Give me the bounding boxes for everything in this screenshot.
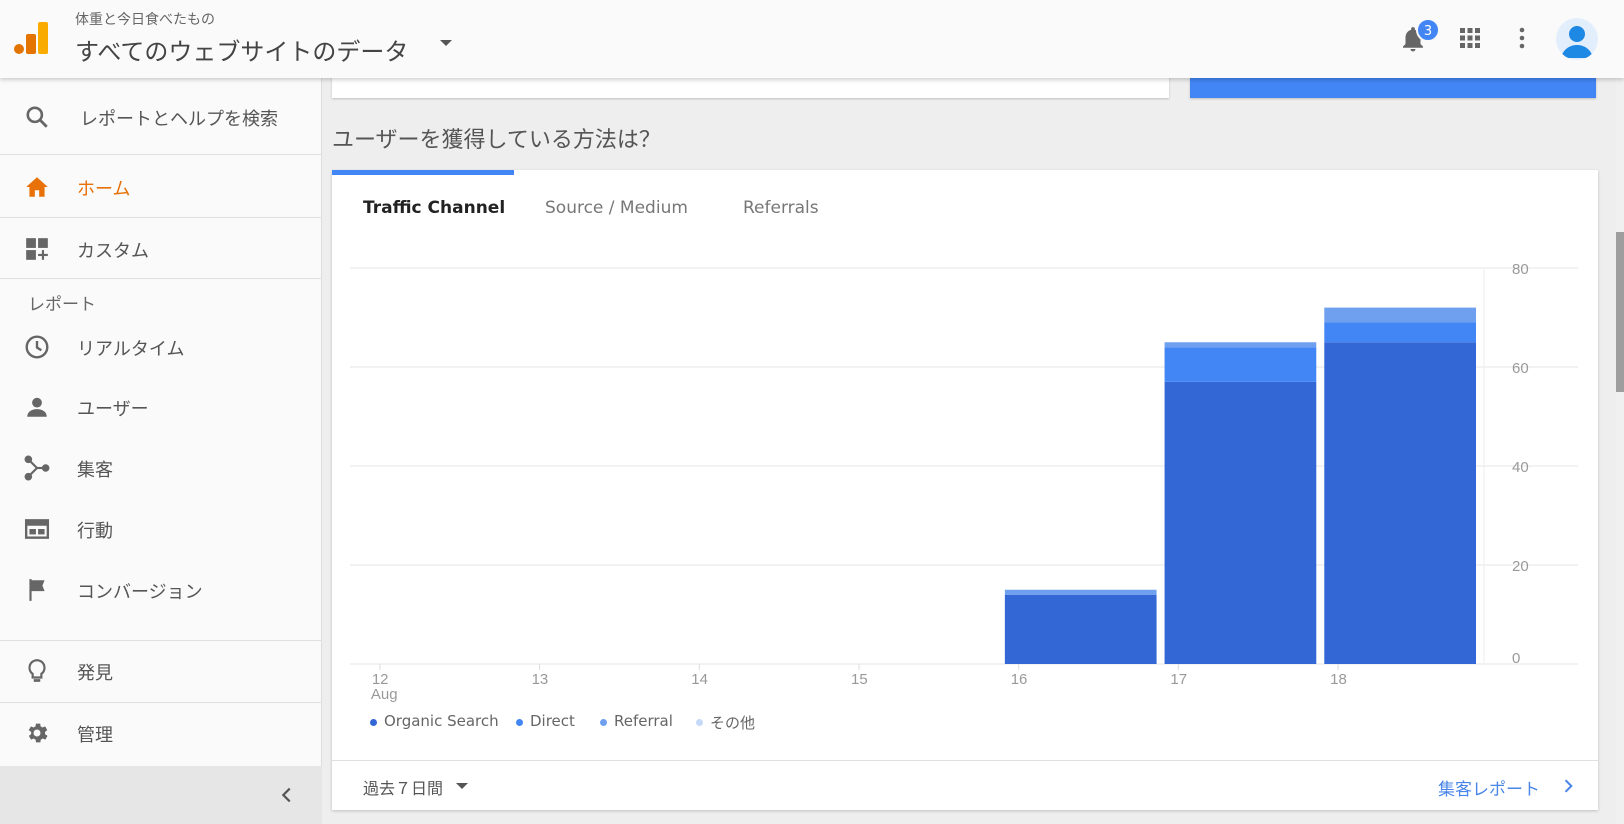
gear-icon: [28, 723, 48, 743]
chevron-right-icon[interactable]: [1558, 776, 1578, 796]
x-tick-label: 14: [691, 671, 708, 688]
bar-segment: [1164, 342, 1317, 348]
x-tick-label: 17: [1170, 671, 1187, 688]
sidebar-item-acquisition[interactable]: 集客: [0, 437, 322, 497]
person-icon: [27, 397, 47, 417]
avatar[interactable]: [1556, 18, 1598, 60]
app-header: 体重と今日食べたもの すべてのウェブサイトのデータ 3: [0, 0, 1624, 78]
search-label: レポートとヘルプを検索: [80, 109, 278, 130]
bar-segment: [1164, 347, 1317, 382]
view-selector[interactable]: すべてのウェブサイトのデータ: [75, 32, 408, 67]
sidebar-item-label: ユーザー: [77, 399, 149, 420]
card-footer: 過去７日間 集客レポート: [332, 760, 1598, 810]
chevron-down-icon[interactable]: [456, 783, 468, 789]
sidebar: レポートとヘルプを検索 ホーム カスタム レポート リアルタイム ユーザー 集客…: [0, 78, 322, 824]
sidebar-item-label: ホーム: [77, 179, 131, 200]
behavior-icon: [24, 519, 50, 539]
legend-dot-organic: [370, 719, 377, 726]
apps-grid-icon[interactable]: [1458, 26, 1482, 50]
y-tick-label: 0: [1512, 650, 1520, 667]
sidebar-item-behavior[interactable]: 行動: [0, 498, 322, 558]
divider: [0, 154, 322, 155]
bar-segment: [1004, 589, 1157, 595]
clock-icon: [25, 335, 49, 359]
bar-segment: [1324, 307, 1476, 323]
search-reports[interactable]: レポートとヘルプを検索: [0, 86, 322, 146]
page-scrollbar[interactable]: [1616, 78, 1624, 824]
acquisition-card: Traffic Channel Source / Medium Referral…: [332, 170, 1598, 810]
acquisition-icon: [24, 455, 50, 481]
sidebar-item-label: リアルタイム: [77, 339, 185, 360]
acquisition-report-link[interactable]: 集客レポート: [1438, 775, 1540, 800]
sidebar-item-home[interactable]: ホーム: [0, 156, 322, 216]
more-vert-icon[interactable]: [1510, 26, 1534, 50]
analytics-logo[interactable]: [14, 20, 50, 56]
x-tick-label: 15: [851, 671, 868, 688]
collapse-sidebar-button[interactable]: [0, 766, 322, 824]
property-name[interactable]: 体重と今日食べたもの: [75, 9, 215, 29]
legend-other[interactable]: その他: [710, 712, 755, 733]
y-tick-label: 40: [1512, 459, 1529, 476]
date-range-selector[interactable]: 過去７日間: [363, 775, 443, 799]
search-icon: [26, 106, 48, 128]
sidebar-item-users[interactable]: ユーザー: [0, 376, 322, 436]
lightbulb-icon: [28, 659, 46, 682]
y-tick-label: 20: [1512, 558, 1529, 575]
legend-direct[interactable]: Direct: [530, 712, 575, 730]
sidebar-item-label: 発見: [77, 663, 113, 684]
sidebar-item-admin[interactable]: 管理: [0, 702, 322, 762]
legend-dot-other: [696, 719, 703, 726]
home-icon: [26, 177, 48, 197]
divider: [0, 278, 322, 279]
section-title: ユーザーを獲得している方法は？: [332, 128, 661, 153]
sidebar-item-label: 管理: [77, 725, 113, 746]
legend-dot-referral: [600, 719, 607, 726]
dashboard-add-icon: [26, 238, 48, 260]
x-tick-label: 16: [1011, 671, 1028, 688]
legend-dot-direct: [516, 719, 523, 726]
user-avatar-icon: [1561, 26, 1593, 58]
bar-segment: [1164, 381, 1317, 664]
legend-organic-search[interactable]: Organic Search: [384, 712, 499, 730]
x-tick-label: 18: [1330, 671, 1347, 688]
chevron-down-icon[interactable]: [440, 40, 452, 46]
bar-segment: [1324, 322, 1476, 343]
x-tick-label: 13: [532, 671, 549, 688]
bar-segment: [1324, 342, 1476, 664]
sidebar-item-realtime[interactable]: リアルタイム: [0, 316, 322, 376]
chevron-left-icon: [281, 787, 291, 803]
scrollbar-thumb[interactable]: [1616, 232, 1624, 392]
y-tick-label: 80: [1512, 261, 1529, 278]
bar-segment: [1004, 594, 1157, 664]
sidebar-item-label: 集客: [77, 460, 113, 481]
sidebar-item-label: 行動: [77, 521, 113, 542]
notification-badge: 3: [1416, 18, 1440, 42]
sidebar-item-conversions[interactable]: コンバージョン: [0, 559, 322, 619]
sidebar-item-label: コンバージョン: [77, 582, 203, 603]
y-tick-label: 60: [1512, 360, 1529, 377]
sidebar-item-label: カスタム: [77, 241, 149, 262]
traffic-channel-chart: 02040608012Aug13 14 15 16 17 18: [350, 261, 1578, 703]
flag-icon: [29, 579, 45, 601]
sidebar-item-custom[interactable]: カスタム: [0, 218, 322, 278]
x-tick-sublabel: Aug: [371, 686, 398, 703]
legend-referral[interactable]: Referral: [614, 712, 673, 730]
reports-section-label: レポート: [28, 295, 96, 315]
sidebar-item-discover[interactable]: 発見: [0, 640, 322, 700]
